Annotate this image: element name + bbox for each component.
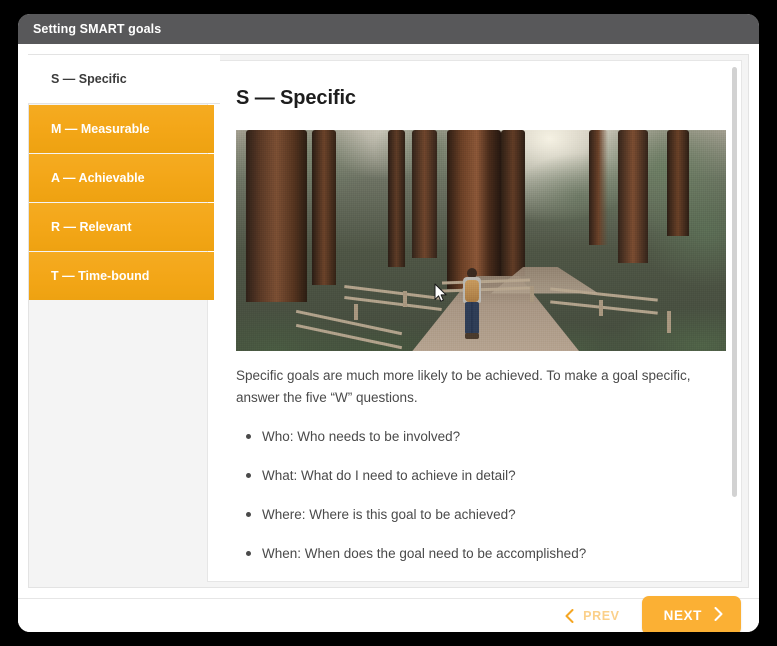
content-panel-inner: S — Specific Specific goals are much mor… xyxy=(208,61,741,581)
navigation-footer: PREV NEXT xyxy=(18,596,759,632)
sidebar-item-relevant[interactable]: R — Relevant xyxy=(29,203,214,251)
page-title: S — Specific xyxy=(236,87,356,109)
tab-label: R — Relevant xyxy=(51,220,132,234)
tab-stage: S — Specific M — Measurable A — Achievab… xyxy=(28,54,749,588)
lead-paragraph: Specific goals are much more likely to b… xyxy=(236,368,691,405)
content-panel: S — Specific Specific goals are much mor… xyxy=(207,60,742,582)
window-titlebar: Setting SMART goals xyxy=(18,14,759,44)
list-item: What: What do I need to achieve in detai… xyxy=(246,466,713,486)
panel-scrollbar-track[interactable] xyxy=(732,67,737,575)
tab-label: T — Time-bound xyxy=(51,269,150,283)
prev-button[interactable]: PREV xyxy=(561,603,623,629)
sidebar-item-timebound[interactable]: T — Time-bound xyxy=(29,252,214,300)
panel-scrollbar-thumb[interactable] xyxy=(732,67,737,497)
next-button[interactable]: NEXT xyxy=(641,596,741,632)
next-button-label: NEXT xyxy=(663,608,702,623)
forest-photo xyxy=(236,130,726,351)
window-body: S — Specific M — Measurable A — Achievab… xyxy=(18,44,759,632)
sidebar-item-measurable[interactable]: M — Measurable xyxy=(29,105,214,153)
list-item: Who: Who needs to be involved? xyxy=(246,427,713,447)
window-title: Setting SMART goals xyxy=(33,22,162,36)
course-window: Setting SMART goals S — Specific M — Mea… xyxy=(18,14,759,632)
tab-label: M — Measurable xyxy=(51,122,150,136)
prev-button-label: PREV xyxy=(583,608,620,623)
five-w-question-list: Who: Who needs to be involved? What: Wha… xyxy=(236,427,713,581)
tab-rail: S — Specific M — Measurable A — Achievab… xyxy=(28,55,220,587)
tab-label: A — Achievable xyxy=(51,171,145,185)
chevron-right-icon xyxy=(714,607,723,624)
tab-label: S — Specific xyxy=(51,72,127,86)
list-item: Where: Where is this goal to be achieved… xyxy=(246,505,713,525)
chevron-left-icon xyxy=(565,608,574,623)
photo-grain-overlay xyxy=(236,130,726,351)
sidebar-item-specific[interactable]: S — Specific xyxy=(28,55,220,104)
list-item: When: When does the goal need to be acco… xyxy=(246,544,713,564)
sidebar-item-achievable[interactable]: A — Achievable xyxy=(29,154,214,202)
